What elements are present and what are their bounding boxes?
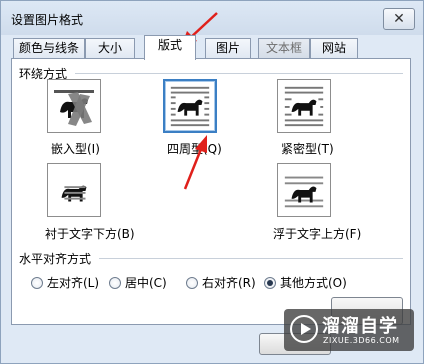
align-left-radio[interactable]: 左对齐(L) xyxy=(31,274,99,291)
wrap-option-inline[interactable] xyxy=(47,79,101,133)
tab-colors-lines[interactable]: 颜色与线条 xyxy=(13,38,85,58)
wrap-option-square[interactable] xyxy=(163,79,217,133)
watermark-url: ZIXUE.3D66.COM xyxy=(323,336,400,345)
watermark-overlay: 溜溜自学 ZIXUE.3D66.COM xyxy=(284,309,414,351)
wrap-option-in-front-text[interactable] xyxy=(277,163,331,217)
behind-text-icon xyxy=(61,185,87,202)
align-section-title: 水平对齐方式 xyxy=(19,250,96,267)
align-right-radio[interactable]: 右对齐(R) xyxy=(186,274,256,291)
close-button[interactable]: ✕ xyxy=(383,8,415,30)
tab-size[interactable]: 大小 xyxy=(85,38,135,58)
align-right-label: 右对齐(R) xyxy=(202,276,256,290)
inline-wrap-icon xyxy=(54,90,94,126)
align-other-label: 其他方式(O) xyxy=(280,276,347,290)
title-bar: 设置图片格式 ✕ xyxy=(1,1,423,35)
window-title: 设置图片格式 xyxy=(11,13,84,27)
radio-button[interactable] xyxy=(31,276,43,289)
play-logo-icon xyxy=(290,315,318,343)
wrap-option-behind-text[interactable] xyxy=(47,163,101,217)
wrap-section-divider xyxy=(75,73,403,74)
square-wrap-icon xyxy=(170,86,210,127)
close-icon: ✕ xyxy=(393,11,405,27)
radio-button[interactable] xyxy=(109,276,121,289)
wrap-option-in-front-text-label: 浮于文字上方(F) xyxy=(273,227,362,241)
in-front-text-icon xyxy=(284,176,324,208)
wrap-option-tight-label: 紧密型(T) xyxy=(281,142,334,156)
wrap-option-behind-text-label: 衬于文字下方(B) xyxy=(45,227,135,241)
align-other-radio[interactable]: 其他方式(O) xyxy=(264,274,347,291)
tab-layout[interactable]: 版式 xyxy=(144,35,196,60)
tight-wrap-icon xyxy=(284,86,324,127)
tab-picture[interactable]: 图片 xyxy=(205,38,251,58)
wrap-option-square-label: 四周型(Q) xyxy=(167,142,222,156)
align-center-radio[interactable]: 居中(C) xyxy=(109,274,167,291)
align-section-divider xyxy=(99,258,403,259)
tab-textbox[interactable]: 文本框 xyxy=(258,38,310,58)
radio-button-checked[interactable] xyxy=(264,276,276,289)
format-picture-dialog: 设置图片格式 ✕ 颜色与线条 大小 版式 图片 文本框 网站 环绕方式 嵌入型(… xyxy=(0,0,424,364)
watermark-text: 溜溜自学 xyxy=(322,316,398,337)
radio-button[interactable] xyxy=(186,276,198,289)
tab-website[interactable]: 网站 xyxy=(310,38,358,58)
wrap-option-inline-label: 嵌入型(I) xyxy=(51,142,100,156)
wrap-option-tight[interactable] xyxy=(277,79,331,133)
align-left-label: 左对齐(L) xyxy=(47,276,100,290)
align-center-label: 居中(C) xyxy=(125,276,167,290)
